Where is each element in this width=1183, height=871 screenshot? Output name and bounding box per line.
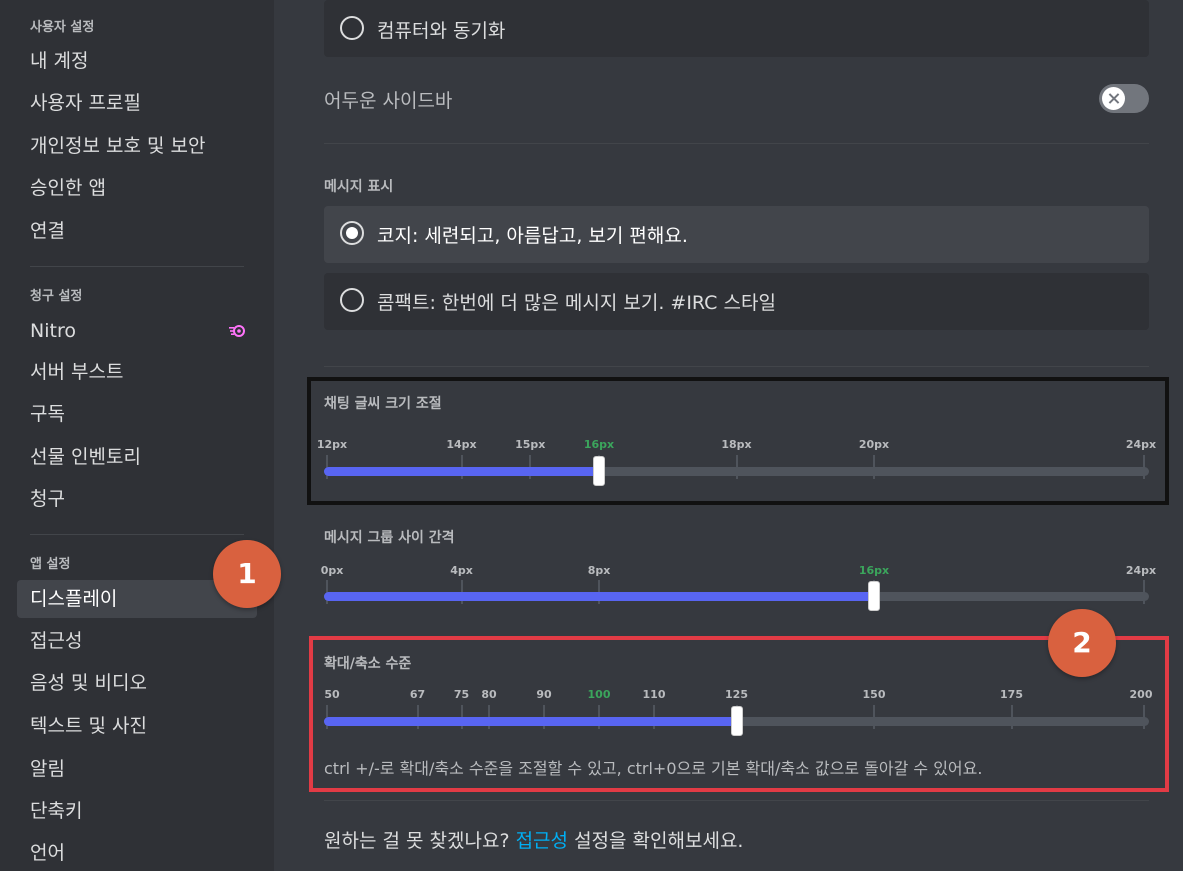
radio-unchecked-icon (340, 16, 364, 40)
slider-track[interactable] (324, 592, 1149, 601)
sync-with-computer-option[interactable]: 컴퓨터와 동기화 (324, 0, 1149, 57)
sidebar-item-label: Nitro (30, 320, 76, 342)
footer-prefix: 원하는 걸 못 찾겠나요? (324, 830, 516, 852)
sidebar-item-privacy-safety[interactable]: 개인정보 보호 및 보안 (17, 127, 257, 165)
sidebar-item-billing[interactable]: 청구 (17, 480, 257, 518)
section-divider (324, 800, 1149, 801)
slider-tick-label: 16px (858, 564, 890, 577)
compact-display-option[interactable]: 콤팩트: 한번에 더 많은 메시지 보기. #IRC 스타일 (324, 273, 1149, 330)
radio-label: 코지: 세련되고, 아름답고, 보기 편해요. (377, 225, 688, 247)
sidebar-item-subscriptions[interactable]: 구독 (17, 395, 257, 433)
highlight-box-font-scaling (307, 377, 1169, 505)
message-spacing-label: 메시지 그룹 사이 간격 (324, 530, 455, 546)
sidebar-divider (30, 266, 244, 267)
sidebar-divider (30, 534, 244, 535)
section-divider (324, 366, 1149, 367)
sidebar-item-language[interactable]: 언어 (17, 834, 257, 871)
billing-settings-header: 청구 설정 (30, 289, 83, 304)
sidebar-item-notifications[interactable]: 알림 (17, 750, 257, 788)
footer-suffix: 설정을 확인해보세요. (568, 830, 744, 852)
dark-sidebar-label: 어두운 사이드바 (324, 90, 453, 112)
dark-sidebar-toggle[interactable] (1099, 84, 1149, 113)
sidebar-item-accessibility[interactable]: 접근성 (17, 622, 257, 660)
sidebar-item-nitro[interactable]: Nitro (17, 312, 257, 350)
user-settings-header: 사용자 설정 (30, 20, 95, 35)
sidebar-item-voice-video[interactable]: 음성 및 비디오 (17, 664, 257, 702)
sidebar-item-my-account[interactable]: 내 계정 (17, 42, 257, 80)
settings-sidebar: 사용자 설정 내 계정 사용자 프로필 개인정보 보호 및 보안 승인한 앱 연… (0, 0, 274, 871)
sidebar-item-server-boost[interactable]: 서버 부스트 (17, 353, 257, 391)
step-badge-2: 2 (1048, 609, 1116, 677)
sidebar-item-connections[interactable]: 연결 (17, 212, 257, 250)
slider-tick-label: 4px (450, 564, 473, 577)
slider-tick-label: 8px (587, 564, 611, 577)
sidebar-item-gift-inventory[interactable]: 선물 인벤토리 (17, 438, 257, 476)
section-divider (324, 143, 1149, 144)
close-icon (1102, 87, 1125, 110)
message-display-label: 메시지 표시 (324, 179, 394, 195)
radio-label: 컴퓨터와 동기화 (377, 20, 506, 42)
slider-tick-label: 24px (1125, 564, 1157, 577)
slider-handle[interactable] (868, 581, 880, 611)
footer-help-text: 원하는 걸 못 찾겠나요? 접근성 설정을 확인해보세요. (324, 826, 743, 853)
slider-tick-label: 0px (320, 564, 344, 577)
cozy-display-option[interactable]: 코지: 세련되고, 아름답고, 보기 편해요. (324, 206, 1149, 263)
radio-unchecked-icon (340, 288, 364, 312)
sidebar-item-user-profile[interactable]: 사용자 프로필 (17, 84, 257, 122)
sidebar-item-text-images[interactable]: 텍스트 및 사진 (17, 707, 257, 745)
slider-fill (324, 592, 874, 601)
sidebar-item-keybinds[interactable]: 단축키 (17, 792, 257, 830)
highlight-box-zoom-level (309, 636, 1169, 792)
step-badge-1: 1 (213, 540, 281, 608)
radio-label: 콤팩트: 한번에 더 많은 메시지 보기. #IRC 스타일 (377, 292, 776, 314)
app-settings-header: 앱 설정 (30, 557, 71, 572)
nitro-boost-icon (229, 325, 245, 337)
sidebar-item-authorized-apps[interactable]: 승인한 앱 (17, 169, 257, 207)
accessibility-link[interactable]: 접근성 (516, 830, 568, 852)
radio-checked-icon (340, 221, 364, 245)
